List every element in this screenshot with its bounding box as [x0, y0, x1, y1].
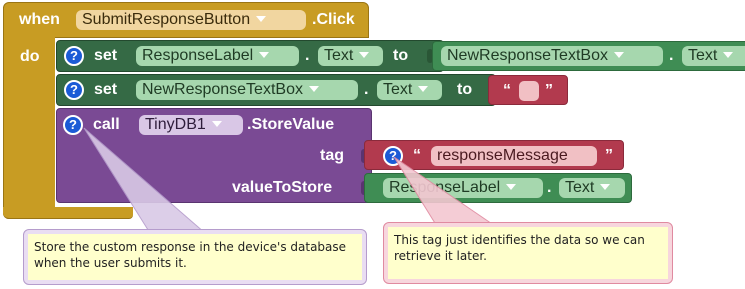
tag-text-block[interactable]: ? “ responseMessage ”: [364, 140, 624, 170]
get-responselabel-text-block[interactable]: ResponseLabel . Text: [364, 173, 632, 203]
getter-property-dropdown[interactable]: Text: [682, 46, 745, 66]
getter-component-name: ResponseLabel: [389, 179, 501, 196]
call-component-name: TinyDB1: [145, 116, 206, 133]
event-name: .Click: [312, 11, 355, 28]
chevron-down-icon: [723, 51, 734, 58]
chevron-down-icon: [256, 15, 267, 22]
getter-component-dropdown[interactable]: ResponseLabel: [383, 178, 543, 198]
getter-property-dropdown[interactable]: Text: [559, 178, 625, 198]
set-property-dropdown[interactable]: Text: [377, 80, 442, 100]
open-quote: “: [503, 82, 511, 99]
help-icon[interactable]: ?: [63, 115, 83, 135]
dot-separator: .: [669, 47, 674, 64]
dot-separator: .: [305, 47, 310, 64]
set-property-dropdown[interactable]: Text: [318, 46, 383, 66]
getter-property-name: Text: [565, 179, 595, 196]
call-label: call: [93, 116, 120, 133]
value-to-store-label: valueToStore: [232, 179, 333, 196]
open-quote: “: [413, 147, 421, 164]
set-newresponsetextbox-text-block[interactable]: ? set NewResponseTextBox . Text to: [56, 74, 496, 106]
help-icon[interactable]: ?: [383, 146, 403, 166]
tag-text-value: responseMessage: [437, 147, 568, 164]
chevron-down-icon: [418, 85, 429, 92]
tag-label: tag: [320, 147, 344, 164]
call-comment-bubble[interactable]: Store the custom response in the device'…: [23, 229, 367, 285]
call-comment-text[interactable]: Store the custom response in the device'…: [28, 234, 362, 280]
chevron-down-icon: [259, 51, 270, 58]
tag-comment-text[interactable]: This tag just identifies the data so we …: [388, 227, 668, 279]
tag-text-input[interactable]: responseMessage: [431, 146, 597, 166]
close-quote: ”: [605, 147, 613, 164]
to-label: to: [457, 81, 473, 98]
call-tinydb-storevalue-block[interactable]: ? call TinyDB1 .StoreValue tag valueToSt…: [56, 108, 372, 203]
text-input-field[interactable]: [519, 81, 539, 101]
tag-comment-bubble[interactable]: This tag just identifies the data so we …: [383, 222, 673, 284]
do-label: do: [20, 48, 40, 65]
dot-separator: .: [364, 81, 369, 98]
chevron-down-icon: [359, 51, 370, 58]
method-name: .StoreValue: [247, 116, 335, 133]
set-property-name: Text: [383, 81, 413, 98]
event-component-dropdown[interactable]: SubmitResponseButton: [76, 10, 306, 30]
set-component-name: ResponseLabel: [142, 47, 254, 64]
event-component-name: SubmitResponseButton: [82, 11, 251, 28]
getter-property-name: Text: [688, 47, 718, 64]
set-component-dropdown[interactable]: NewResponseTextBox: [136, 80, 358, 100]
dot-separator: .: [547, 179, 552, 196]
set-responselabel-text-block[interactable]: ? set ResponseLabel . Text to: [56, 40, 444, 72]
set-component-dropdown[interactable]: ResponseLabel: [136, 46, 299, 66]
set-label: set: [94, 47, 118, 64]
set-property-name: Text: [324, 47, 354, 64]
call-component-dropdown[interactable]: TinyDB1: [139, 115, 243, 135]
chevron-down-icon: [308, 85, 319, 92]
help-icon[interactable]: ?: [64, 46, 84, 66]
chevron-down-icon: [506, 183, 517, 190]
to-label: to: [393, 47, 409, 64]
close-quote: ”: [545, 82, 553, 99]
getter-component-name: NewResponseTextBox: [447, 47, 608, 64]
chevron-down-icon: [600, 183, 611, 190]
when-label: when: [19, 11, 60, 28]
chevron-down-icon: [613, 51, 624, 58]
help-icon[interactable]: ?: [64, 80, 84, 100]
chevron-down-icon: [211, 120, 222, 127]
getter-component-dropdown[interactable]: NewResponseTextBox: [441, 46, 663, 66]
empty-text-block[interactable]: “ ”: [488, 75, 568, 105]
set-label: set: [94, 81, 118, 98]
get-newresponsetextbox-text-block[interactable]: NewResponseTextBox . Text: [432, 41, 745, 71]
set-component-name: NewResponseTextBox: [142, 81, 303, 98]
